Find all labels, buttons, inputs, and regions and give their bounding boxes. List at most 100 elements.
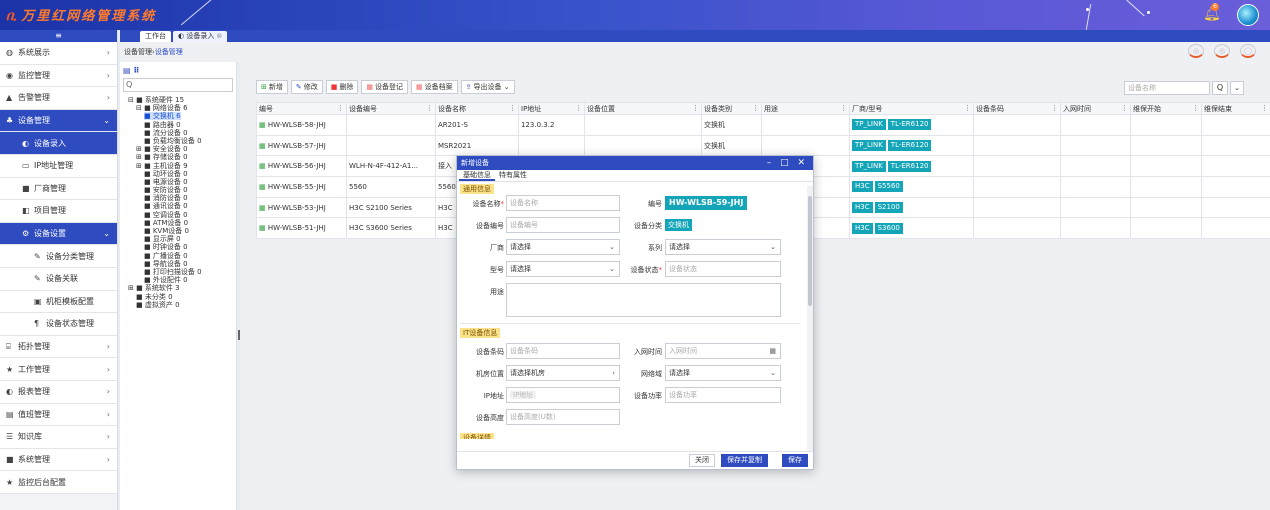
series-select[interactable]: 请选择 ⌄ bbox=[665, 239, 781, 255]
tree-node[interactable]: ■ 电源设备 0 bbox=[128, 178, 236, 186]
status-input[interactable]: 设备状态 bbox=[665, 261, 781, 277]
tree-node[interactable]: ■ 空调设备 0 bbox=[128, 211, 236, 219]
sidebar-item-category-management[interactable]: ✎ 设备分类管理 bbox=[0, 245, 117, 268]
column-menu-icon[interactable]: ⋮ bbox=[840, 104, 847, 112]
delete-button[interactable]: ■ 删除 bbox=[325, 80, 359, 94]
search-button[interactable]: Q bbox=[1212, 81, 1228, 95]
power-input[interactable]: 设备功率 bbox=[665, 387, 781, 403]
tree-node[interactable]: ■ 导航设备 0 bbox=[128, 260, 236, 268]
column-header[interactable]: 设备位置 ⋮ bbox=[584, 102, 702, 115]
dialog-scrollbar[interactable] bbox=[807, 186, 813, 454]
tree-node[interactable]: ■ 打印扫描设备 0 bbox=[128, 268, 236, 276]
search-options-button[interactable]: ⌄ bbox=[1230, 81, 1244, 95]
column-header[interactable]: 设备名称 ⋮ bbox=[435, 102, 519, 115]
refresh-icon[interactable]: ◎ bbox=[1214, 44, 1230, 58]
column-menu-icon[interactable]: ⋮ bbox=[1121, 104, 1128, 112]
sidebar-item-cabinet-template[interactable]: ▣ 机柜模板配置 bbox=[0, 290, 117, 314]
archive-button[interactable]: ▦ 设备档案 bbox=[411, 80, 458, 94]
sidebar-item-alarm[interactable]: ▲ 告警管理 › bbox=[0, 87, 117, 110]
room-select[interactable]: 请选择机房 › bbox=[506, 365, 620, 381]
column-menu-icon[interactable]: ⋮ bbox=[692, 104, 699, 112]
sidebar-item-topology[interactable]: ⌸ 拓扑管理 › bbox=[0, 335, 117, 359]
tree-node[interactable]: ⊞ ■ 主机设备 9 bbox=[128, 162, 236, 170]
close-button[interactable]: 关闭 bbox=[689, 454, 715, 467]
tree-node[interactable]: ■ 通讯设备 0 bbox=[128, 202, 236, 210]
export-button[interactable]: ⇪ 导出设备 ⌄ bbox=[460, 80, 515, 94]
fullscreen-icon[interactable]: ◎ bbox=[1188, 44, 1204, 58]
tree-node[interactable]: ■ 交换机 6 bbox=[128, 112, 236, 121]
tree-menu-icon[interactable]: ▤ bbox=[123, 66, 131, 75]
sidebar-collapse-button[interactable]: ≡ bbox=[0, 30, 117, 42]
sidebar-item-device-entry[interactable]: ◐ 设备录入 bbox=[0, 132, 117, 155]
column-header[interactable]: 设备类别 ⋮ bbox=[701, 102, 762, 115]
save-and-copy-button[interactable]: 保存并复制 bbox=[721, 454, 768, 467]
window-controls[interactable]: – □ ✕ bbox=[767, 156, 808, 170]
sidebar-item-system[interactable]: ■ 系统管理 › bbox=[0, 448, 117, 472]
domain-select[interactable]: 请选择 ⌄ bbox=[665, 365, 781, 381]
column-header[interactable]: 维保开始 ⋮ bbox=[1130, 102, 1202, 115]
sidebar-item-device-association[interactable]: ✎ 设备关联 bbox=[0, 267, 117, 291]
ip-input[interactable]: IP地址 bbox=[506, 387, 620, 403]
tree-node[interactable]: ■ 流分设备 0 bbox=[128, 129, 236, 137]
tree-node[interactable]: ■ 广播设备 0 bbox=[128, 252, 236, 260]
column-header[interactable]: 厂商/型号 ⋮ bbox=[849, 102, 974, 115]
device-search-input[interactable]: 设备名称 bbox=[1124, 81, 1210, 95]
tree-node[interactable]: ■ 动环设备 0 bbox=[128, 170, 236, 178]
barcode-input[interactable]: 设备条码 bbox=[506, 343, 620, 359]
sidebar-item-monitor[interactable]: ◉ 监控管理 › bbox=[0, 64, 117, 88]
calendar-icon[interactable]: ▦ bbox=[769, 344, 776, 358]
sidebar-item-knowledge[interactable]: ☰ 知识库 › bbox=[0, 426, 117, 449]
tree-node[interactable]: ⊞ ■ 系统软件 3 bbox=[128, 284, 236, 292]
dialog-titlebar[interactable]: 新增设备 – □ ✕ bbox=[457, 156, 813, 170]
column-menu-icon[interactable]: ⋮ bbox=[752, 104, 759, 112]
tab-device-entry[interactable]: ◐ 设备录入 ⊗ bbox=[173, 31, 228, 42]
sidebar-item-device-settings[interactable]: ⚙ 设备设置 ⌄ bbox=[0, 222, 117, 246]
close-tab-icon[interactable]: ⊗ bbox=[216, 32, 222, 40]
device-number-input[interactable]: 设备编号 bbox=[506, 217, 620, 233]
tree-node[interactable]: ■ 未分类 0 bbox=[128, 293, 236, 301]
sidebar-item-system-display[interactable]: ◍ 系统展示 › bbox=[0, 42, 117, 65]
nettime-input[interactable]: 入网时间 ▦ bbox=[665, 343, 781, 359]
device-name-input[interactable]: 设备名称 bbox=[506, 195, 620, 211]
vendor-select[interactable]: 请选择 ⌄ bbox=[506, 239, 620, 255]
tree-node[interactable]: ■ ATM设备 0 bbox=[128, 219, 236, 227]
scrollbar-thumb[interactable] bbox=[808, 196, 812, 306]
column-menu-icon[interactable]: ⋮ bbox=[1051, 104, 1058, 112]
sidebar-item-work[interactable]: ★ 工作管理 › bbox=[0, 358, 117, 381]
column-menu-icon[interactable]: ⋮ bbox=[337, 104, 344, 112]
column-menu-icon[interactable]: ⋮ bbox=[1192, 104, 1199, 112]
column-menu-icon[interactable]: ⋮ bbox=[426, 104, 433, 112]
sidebar-item-vendor-management[interactable]: ■ 厂商管理 bbox=[0, 177, 117, 201]
tab-special-attrs[interactable]: 特有属性 bbox=[495, 170, 531, 181]
add-button[interactable]: ⊞ 新增 bbox=[256, 80, 288, 94]
tree-node[interactable]: ■ 虚拟资产 0 bbox=[128, 301, 236, 309]
tree-node[interactable]: ⊞ ■ 存储设备 0 bbox=[128, 153, 236, 161]
column-menu-icon[interactable]: ⋮ bbox=[1261, 104, 1268, 112]
sidebar-item-report[interactable]: ◐ 报表管理 › bbox=[0, 380, 117, 404]
register-button[interactable]: ▦ 设备登记 bbox=[361, 80, 408, 94]
column-header[interactable]: 入网时间 ⋮ bbox=[1060, 102, 1131, 115]
column-menu-icon[interactable]: ⋮ bbox=[509, 104, 516, 112]
edit-button[interactable]: ✎ 修改 bbox=[290, 80, 323, 94]
column-header[interactable]: 设备编号 ⋮ bbox=[346, 102, 436, 115]
sidebar-item-duty[interactable]: ▤ 值班管理 › bbox=[0, 403, 117, 427]
column-header[interactable]: 用途 ⋮ bbox=[761, 102, 850, 115]
table-row[interactable]: ▦ HW-WLSB-57-JHJ MSR2021 交换机 TP_LINK TL-ER61… bbox=[256, 134, 1270, 157]
column-header[interactable]: 编号 ⋮ bbox=[256, 102, 347, 115]
tree-node[interactable]: ⊟ ■ 系统硬件 15 bbox=[128, 96, 236, 104]
height-input[interactable]: 设备高度(U数) bbox=[506, 409, 620, 425]
tab-workbench[interactable]: 工作台 bbox=[140, 31, 171, 42]
tree-search-input[interactable]: Q bbox=[123, 78, 233, 92]
breadcrumb-root[interactable]: 设备管理 bbox=[124, 47, 152, 57]
tree-node[interactable]: ■ KVM设备 0 bbox=[128, 227, 236, 235]
sidebar-item-project-management[interactable]: ◧ 项目管理 bbox=[0, 200, 117, 223]
tree-node[interactable]: ■ 负载均衡设备 0 bbox=[128, 137, 236, 145]
column-header[interactable]: 维保结束 ⋮ bbox=[1201, 102, 1270, 115]
column-menu-icon[interactable]: ⋮ bbox=[964, 104, 971, 112]
sidebar-item-device-management[interactable]: ♣ 设备管理 ⌄ bbox=[0, 109, 117, 133]
tree-grid-icon[interactable]: ⠿ bbox=[133, 66, 139, 75]
save-button[interactable]: 保存 bbox=[782, 454, 808, 467]
tree-node[interactable]: ■ 时钟设备 0 bbox=[128, 243, 236, 251]
tab-basic-info[interactable]: 基础信息 bbox=[459, 170, 495, 181]
table-row[interactable]: ▦ HW-WLSB-58-JHJ AR201-S 123.0.3.2 交换机 TP_LI… bbox=[256, 114, 1270, 136]
